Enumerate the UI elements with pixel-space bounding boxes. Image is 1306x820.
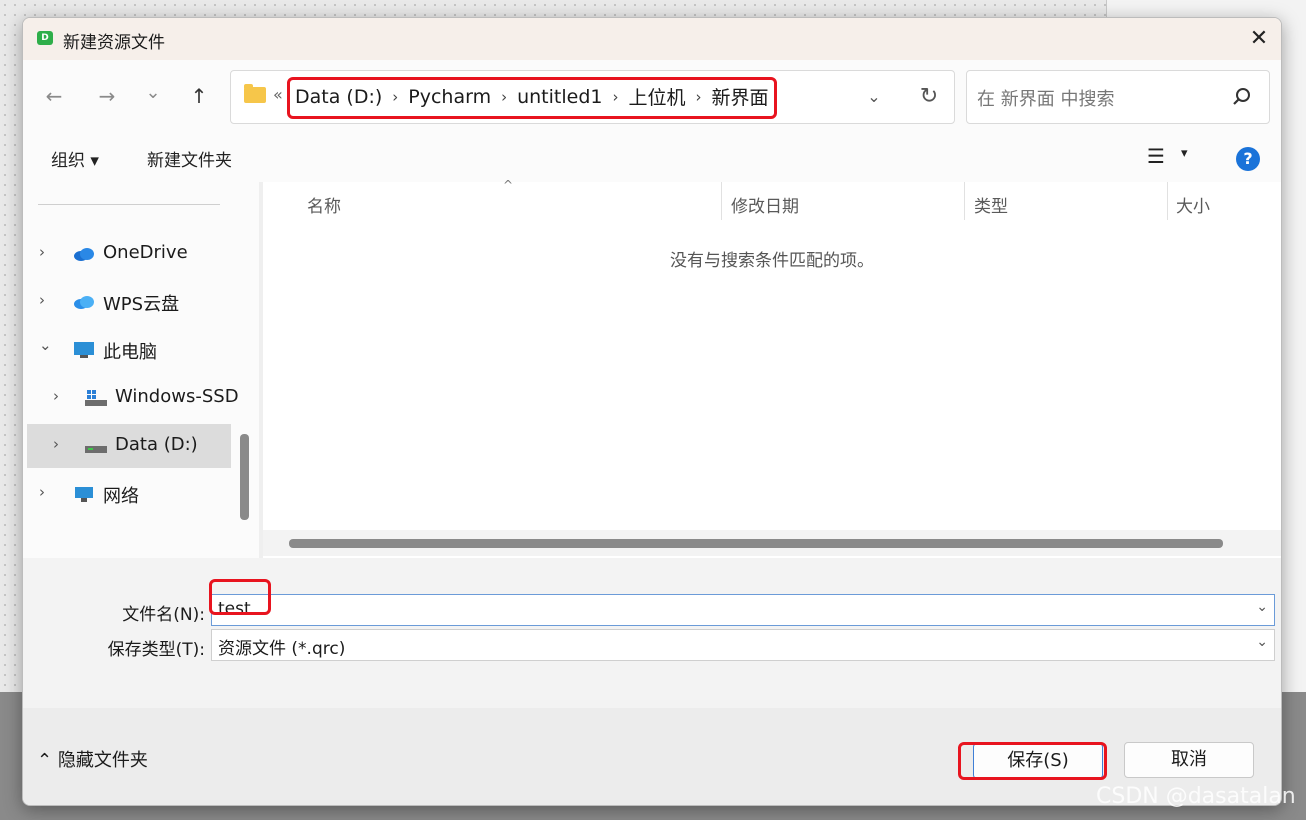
file-list[interactable]: ^ 名称 修改日期 类型 大小 没有与搜索条件匹配的项。 [263, 178, 1281, 558]
column-divider[interactable] [964, 182, 965, 220]
address-bar[interactable]: « Data (D:) › Pycharm › untitled1 › 上位机 … [230, 70, 955, 124]
save-form: 文件名(N): test ⌄ 保存类型(T): 资源文件 (*.qrc) ⌄ [23, 558, 1281, 708]
nav-item-windows-ssd[interactable]: › Windows-SSD [23, 376, 239, 420]
chevron-up-icon[interactable]: ⌃ [37, 750, 52, 771]
recent-locations-chevron-icon[interactable]: ⌄ [136, 76, 170, 110]
horizontal-scrollbar[interactable] [263, 530, 1281, 556]
overflow-crumbs-icon[interactable]: « [273, 85, 283, 104]
nav-item-label: 此电脑 [103, 342, 157, 363]
address-dropdown-icon[interactable]: ⌄ [857, 81, 891, 113]
column-header-name[interactable]: 名称 [307, 192, 341, 217]
up-arrow-icon[interactable]: ↑ [182, 79, 216, 113]
highlight-annotation-path [287, 77, 777, 119]
nav-item-label: Data (D:) [115, 434, 198, 455]
search-placeholder[interactable]: 在 新界面 中搜索 [977, 85, 1114, 111]
wps-cloud-icon [74, 296, 94, 309]
chevron-down-icon[interactable]: ⌄ [1256, 634, 1268, 650]
back-arrow-icon[interactable]: ← [37, 79, 71, 113]
dialog-footer: ⌃ 隐藏文件夹 保存(S) 取消 [23, 708, 1281, 805]
column-divider[interactable] [1167, 182, 1168, 220]
filetype-label: 保存类型(T): [107, 640, 205, 660]
hide-folders-label[interactable]: 隐藏文件夹 [58, 750, 148, 771]
cancel-button[interactable]: 取消 [1124, 742, 1254, 778]
close-icon[interactable]: ✕ [1243, 24, 1275, 54]
save-dialog: D 新建资源文件 ✕ ← → ⌄ ↑ « Data (D:) › Pycharm… [22, 17, 1282, 806]
nav-item-network[interactable]: › 网络 [23, 472, 233, 516]
command-bar: 组织 ▾ 新建文件夹 ☰ ▾ ? [23, 136, 1281, 182]
navigation-pane: › OneDrive › WPS云盘 ⌄ 此电脑 › Windows-SSD ›… [23, 182, 258, 558]
sort-ascending-icon: ^ [503, 178, 514, 192]
column-header-modified[interactable]: 修改日期 [731, 192, 799, 217]
drive-d-icon [85, 446, 107, 453]
view-list-icon[interactable]: ☰ [1147, 144, 1165, 168]
network-icon [75, 487, 93, 502]
chevron-right-icon[interactable]: › [39, 483, 45, 501]
view-dropdown-icon[interactable]: ▾ [1181, 146, 1188, 161]
filetype-select[interactable]: 资源文件 (*.qrc) ⌄ [211, 629, 1275, 661]
organize-menu[interactable]: 组织 ▾ [51, 146, 99, 171]
app-icon: D [37, 31, 53, 45]
new-folder-button[interactable]: 新建文件夹 [147, 146, 232, 171]
folder-icon [244, 84, 266, 103]
highlight-annotation-save [958, 742, 1107, 780]
forward-arrow-icon[interactable]: → [90, 79, 124, 113]
nav-item-data-d[interactable]: › Data (D:) [27, 424, 231, 468]
highlight-annotation-filename [209, 579, 271, 615]
filetype-value[interactable]: 资源文件 (*.qrc) [218, 634, 345, 659]
chevron-down-icon[interactable]: ⌄ [39, 336, 52, 354]
chevron-right-icon[interactable]: › [39, 291, 45, 309]
nav-item-label: 网络 [103, 486, 139, 507]
drive-c-icon [85, 390, 107, 406]
hide-folders-toggle[interactable]: ⌃ 隐藏文件夹 [37, 746, 148, 772]
filename-label: 文件名(N): [122, 605, 205, 625]
nav-item-label: OneDrive [103, 242, 188, 263]
onedrive-cloud-icon [74, 248, 94, 261]
column-divider[interactable] [721, 182, 722, 220]
chevron-right-icon[interactable]: › [39, 243, 45, 261]
scrollbar-thumb[interactable] [289, 539, 1223, 548]
nav-item-label: WPS云盘 [103, 294, 180, 315]
chevron-right-icon[interactable]: › [53, 435, 59, 453]
refresh-icon[interactable]: ↻ [911, 81, 947, 113]
nav-divider [38, 204, 220, 205]
search-box[interactable]: 在 新界面 中搜索 [966, 70, 1270, 124]
column-header-type[interactable]: 类型 [974, 192, 1008, 217]
column-header-size[interactable]: 大小 [1176, 192, 1210, 217]
empty-list-message: 没有与搜索条件匹配的项。 [670, 251, 874, 271]
chevron-down-icon[interactable]: ⌄ [1256, 599, 1268, 615]
nav-scrollbar[interactable] [240, 434, 249, 520]
nav-item-wps-cloud[interactable]: › WPS云盘 [23, 280, 233, 324]
watermark: CSDN @dasatalan [1096, 784, 1296, 809]
nav-item-onedrive[interactable]: › OneDrive [23, 232, 233, 276]
help-icon[interactable]: ? [1236, 147, 1260, 171]
filename-field[interactable]: test ⌄ [211, 594, 1275, 626]
this-pc-icon [74, 342, 94, 358]
nav-item-label: Windows-SSD [115, 386, 239, 407]
search-icon[interactable] [1229, 84, 1255, 110]
dialog-title: 新建资源文件 [63, 33, 165, 53]
title-bar: D 新建资源文件 ✕ [23, 18, 1281, 60]
nav-item-this-pc[interactable]: ⌄ 此电脑 [23, 328, 233, 372]
chevron-right-icon[interactable]: › [53, 387, 59, 405]
